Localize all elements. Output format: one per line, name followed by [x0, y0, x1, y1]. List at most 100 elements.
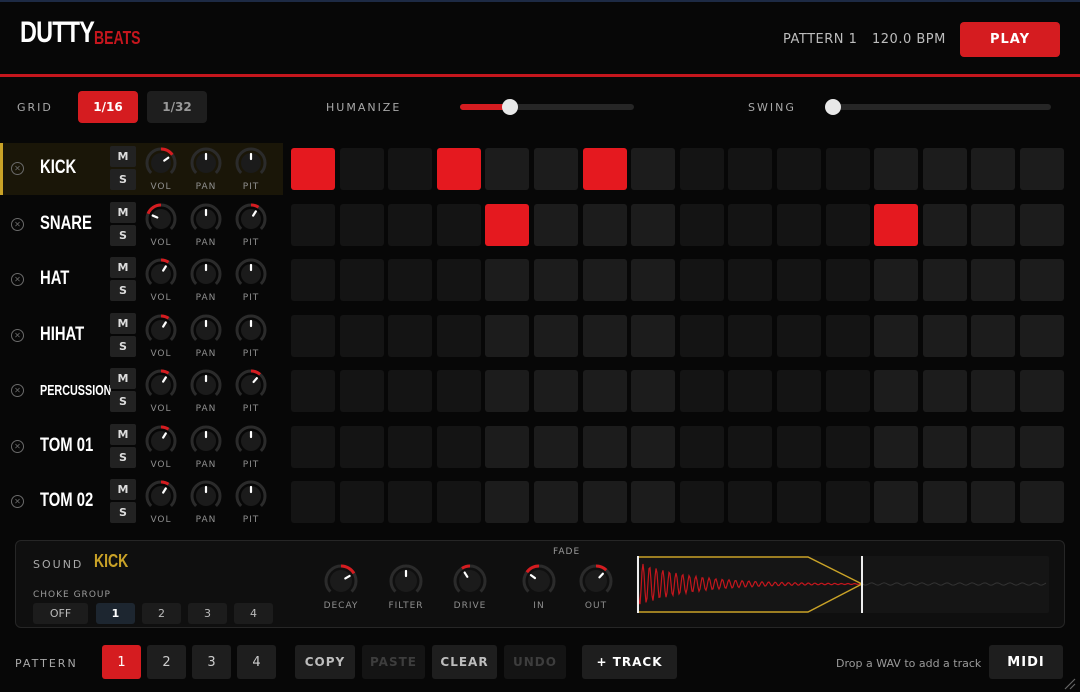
step-cell[interactable] — [679, 370, 724, 412]
step-cell[interactable] — [436, 481, 481, 523]
step-cell[interactable] — [1020, 481, 1064, 523]
step-cell[interactable] — [582, 481, 627, 523]
step-cell[interactable] — [485, 148, 530, 190]
undo-button[interactable]: UNDO — [504, 645, 566, 679]
step-cell[interactable] — [436, 259, 481, 301]
remove-track-icon[interactable]: ✕ — [11, 217, 24, 231]
step-cell[interactable] — [339, 425, 384, 468]
step-cell[interactable] — [291, 425, 335, 468]
step-cell[interactable] — [485, 481, 530, 523]
step-cell[interactable] — [582, 314, 627, 357]
resize-grip-icon[interactable] — [1062, 676, 1076, 690]
step-cell[interactable] — [291, 203, 335, 246]
step-cell[interactable] — [534, 314, 578, 357]
step-cell[interactable] — [339, 481, 384, 523]
step-cell[interactable] — [339, 148, 384, 190]
step-cell[interactable] — [436, 203, 481, 246]
step-cell[interactable] — [874, 370, 919, 412]
grid-option-1-16[interactable]: 1/16 — [78, 91, 138, 123]
step-cell[interactable] — [339, 203, 384, 246]
choke-option[interactable]: 2 — [142, 603, 181, 624]
pit-knob[interactable]: PIT — [233, 146, 269, 192]
step-cell[interactable] — [582, 259, 627, 301]
step-cell[interactable] — [777, 148, 821, 190]
choke-option[interactable]: 1 — [96, 603, 135, 624]
step-cell[interactable] — [825, 425, 870, 468]
step-cell[interactable] — [1020, 370, 1064, 412]
step-cell[interactable] — [485, 370, 530, 412]
step-cell[interactable] — [874, 425, 919, 468]
step-cell[interactable] — [339, 259, 384, 301]
drive-knob[interactable]: DRIVE — [450, 563, 490, 611]
step-cell[interactable] — [777, 314, 821, 357]
step-cell[interactable] — [728, 148, 773, 190]
pit-knob[interactable]: PIT — [233, 257, 269, 303]
step-cell[interactable] — [534, 425, 578, 468]
step-cell[interactable] — [922, 481, 967, 523]
step-cell[interactable] — [728, 425, 773, 468]
vol-knob[interactable]: VOL — [143, 146, 179, 192]
remove-track-icon[interactable]: ✕ — [11, 273, 24, 286]
step-cell[interactable] — [922, 370, 967, 412]
step-cell[interactable] — [971, 148, 1016, 190]
solo-button[interactable]: S — [110, 169, 136, 190]
step-cell[interactable] — [728, 370, 773, 412]
pit-knob[interactable]: PIT — [233, 424, 269, 470]
paste-button[interactable]: PASTE — [362, 645, 425, 679]
step-cell[interactable] — [436, 425, 481, 468]
step-cell[interactable] — [582, 148, 627, 190]
step-cell[interactable] — [825, 203, 870, 246]
pan-knob[interactable]: PAN — [188, 257, 224, 303]
step-cell[interactable] — [825, 481, 870, 523]
step-cell[interactable] — [291, 481, 335, 523]
step-cell[interactable] — [971, 259, 1016, 301]
step-cell[interactable] — [534, 481, 578, 523]
step-cell[interactable] — [825, 314, 870, 357]
step-cell[interactable] — [291, 148, 335, 190]
step-cell[interactable] — [582, 370, 627, 412]
pattern-button[interactable]: 2 — [147, 645, 186, 679]
step-cell[interactable] — [339, 370, 384, 412]
step-cell[interactable] — [291, 259, 335, 301]
mute-button[interactable]: M — [110, 423, 136, 445]
mute-button[interactable]: M — [110, 257, 136, 278]
step-cell[interactable] — [582, 203, 627, 246]
step-cell[interactable] — [679, 203, 724, 246]
pattern-button[interactable]: 3 — [192, 645, 231, 679]
step-cell[interactable] — [971, 425, 1016, 468]
step-cell[interactable] — [777, 259, 821, 301]
step-cell[interactable] — [631, 370, 676, 412]
solo-button[interactable]: S — [110, 502, 136, 523]
step-cell[interactable] — [922, 425, 967, 468]
choke-option[interactable]: 3 — [188, 603, 227, 624]
mute-button[interactable]: M — [110, 201, 136, 223]
step-cell[interactable] — [825, 370, 870, 412]
step-cell[interactable] — [777, 481, 821, 523]
bpm-display[interactable]: 120.0 BPM — [872, 32, 946, 47]
step-cell[interactable] — [728, 203, 773, 246]
step-cell[interactable] — [291, 370, 335, 412]
step-cell[interactable] — [874, 148, 919, 190]
step-cell[interactable] — [679, 148, 724, 190]
step-cell[interactable] — [1020, 425, 1064, 468]
solo-button[interactable]: S — [110, 280, 136, 301]
solo-button[interactable]: S — [110, 391, 136, 412]
step-cell[interactable] — [388, 481, 433, 523]
step-cell[interactable] — [971, 481, 1016, 523]
remove-track-icon[interactable]: ✕ — [11, 495, 24, 508]
pattern-button[interactable]: 4 — [237, 645, 276, 679]
step-cell[interactable] — [922, 203, 967, 246]
step-cell[interactable] — [485, 425, 530, 468]
solo-button[interactable]: S — [110, 224, 136, 246]
step-cell[interactable] — [728, 259, 773, 301]
vol-knob[interactable]: VOL — [143, 479, 179, 525]
step-cell[interactable] — [874, 259, 919, 301]
choke-option[interactable]: 4 — [234, 603, 273, 624]
step-cell[interactable] — [728, 314, 773, 357]
waveform-display[interactable] — [636, 556, 1049, 613]
out-knob[interactable]: OUT — [576, 563, 616, 611]
step-cell[interactable] — [679, 481, 724, 523]
step-cell[interactable] — [728, 481, 773, 523]
step-cell[interactable] — [874, 203, 919, 246]
step-cell[interactable] — [631, 314, 676, 357]
